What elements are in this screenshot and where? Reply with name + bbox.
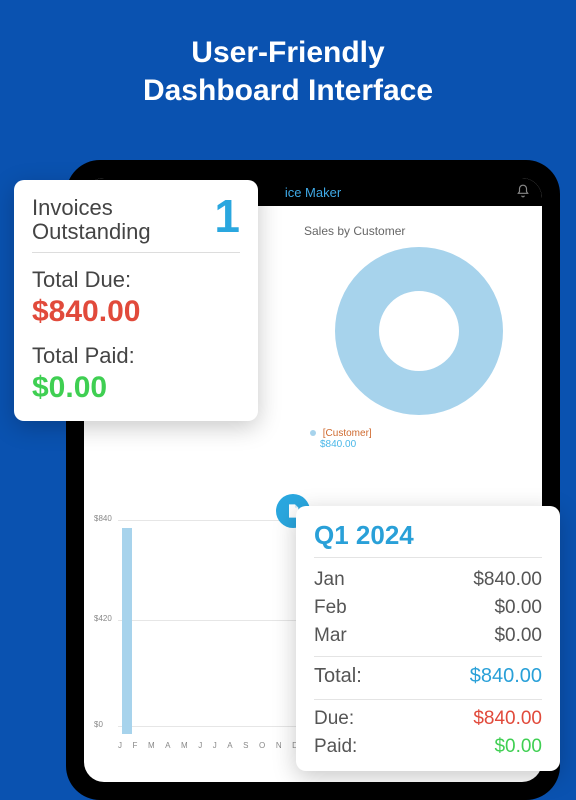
m-m2: M [181, 741, 188, 750]
q-row-feb: Feb $0.00 [314, 594, 542, 622]
legend-value: $840.00 [320, 439, 534, 450]
invoices-count: 1 [214, 196, 240, 237]
m-j3: J [213, 741, 217, 750]
m-o: O [259, 741, 265, 750]
donut-chart [304, 246, 534, 416]
quarter-title: Q1 2024 [314, 520, 542, 558]
q-row-total: Total: $840.00 [314, 656, 542, 691]
m-f: F [133, 741, 138, 750]
q-paid-value: $0.00 [494, 736, 542, 758]
invoices-title: Invoices Outstanding [32, 196, 151, 244]
q-due-label: Due: [314, 708, 354, 730]
card-quarter-summary[interactable]: Q1 2024 Jan $840.00 Feb $0.00 Mar $0.00 … [296, 506, 560, 771]
q-row-jan: Jan $840.00 [314, 566, 542, 594]
q-mar-label: Mar [314, 625, 347, 647]
m-j2: J [198, 741, 202, 750]
q-feb-label: Feb [314, 597, 347, 619]
q-total-label: Total: [314, 665, 362, 688]
bar-jan [122, 528, 132, 734]
sales-by-customer-panel: Sales by Customer [Customer] $840.00 [304, 224, 534, 450]
page-headline: User-Friendly Dashboard Interface [0, 0, 576, 109]
invoices-title-l1: Invoices [32, 196, 151, 220]
headline-line2: Dashboard Interface [0, 72, 576, 110]
m-s: S [243, 741, 248, 750]
invoices-title-l2: Outstanding [32, 220, 151, 244]
q-mar-value: $0.00 [494, 625, 542, 647]
app-title: ice Maker [285, 185, 341, 200]
q-jan-value: $840.00 [473, 569, 542, 591]
q-total-value: $840.00 [470, 665, 542, 688]
q-row-mar: Mar $0.00 [314, 622, 542, 650]
sales-title: Sales by Customer [304, 224, 534, 238]
headline-line1: User-Friendly [0, 34, 576, 72]
total-paid-value: $0.00 [32, 371, 240, 405]
bar-ytick-0: $0 [94, 720, 103, 729]
bar-ytick-420: $420 [94, 614, 112, 623]
bell-icon[interactable] [516, 184, 530, 198]
total-due-label: Total Due: [32, 267, 240, 293]
q-row-paid: Paid: $0.00 [314, 733, 542, 761]
m-a2: A [227, 741, 232, 750]
bar-ytick-840: $840 [94, 514, 112, 523]
q-jan-label: Jan [314, 569, 345, 591]
legend-dot-icon [310, 430, 316, 436]
m-m: M [148, 741, 155, 750]
total-paid-label: Total Paid: [32, 343, 240, 369]
m-a: A [165, 741, 170, 750]
legend-name: [Customer] [323, 428, 372, 439]
q-row-due: Due: $840.00 [314, 699, 542, 733]
q-paid-label: Paid: [314, 736, 357, 758]
donut-legend: [Customer] $840.00 [310, 428, 534, 450]
bar-month-labels: J F M A M J J A S O N D [118, 741, 298, 750]
m-n: N [276, 741, 282, 750]
m-j: J [118, 741, 122, 750]
q-due-value: $840.00 [473, 708, 542, 730]
q-feb-value: $0.00 [494, 597, 542, 619]
card-invoices-outstanding[interactable]: Invoices Outstanding 1 Total Due: $840.0… [14, 180, 258, 421]
total-due-value: $840.00 [32, 295, 240, 329]
monthly-bar-chart: $840 $420 $0 J F M A M J J A S O N D [94, 514, 304, 754]
